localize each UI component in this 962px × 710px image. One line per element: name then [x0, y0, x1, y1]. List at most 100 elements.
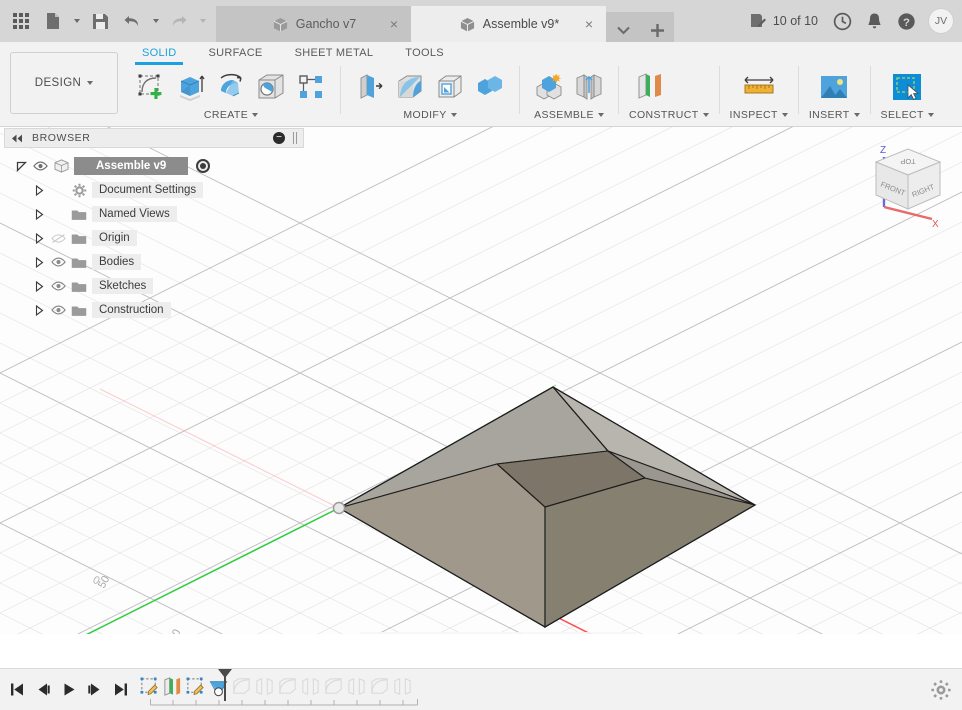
fillet-feature-icon[interactable] [368, 673, 391, 699]
expand-arrow-icon[interactable] [32, 231, 46, 245]
ribbon-group-label-create[interactable]: CREATE [204, 109, 259, 121]
display-settings-icon[interactable] [518, 633, 542, 634]
visibility-eye-icon[interactable] [50, 255, 66, 269]
tree-node-origin[interactable]: Origin [14, 226, 304, 250]
expand-arrow-icon[interactable] [32, 303, 46, 317]
joint-feature-icon[interactable] [299, 673, 322, 699]
joint-feature-icon[interactable] [345, 673, 368, 699]
new-file-caret-icon[interactable] [70, 6, 83, 36]
grid-snaps-icon[interactable] [557, 633, 581, 634]
tree-node-label[interactable]: Construction [92, 302, 171, 318]
fillet-feature-icon[interactable] [322, 673, 345, 699]
workspace-selector[interactable]: DESIGN [10, 52, 118, 114]
visibility-eye-icon[interactable] [50, 303, 66, 317]
rectangular-pattern-icon[interactable] [292, 66, 330, 108]
undo-icon[interactable] [117, 6, 147, 36]
sketch-feature-icon[interactable] [184, 673, 207, 699]
grid-snaps-caret-icon[interactable] [583, 633, 594, 634]
hole-icon[interactable] [252, 66, 290, 108]
document-tab-assemble[interactable]: Assemble v9* × [411, 6, 606, 42]
offset-plane-feature-icon[interactable] [161, 673, 184, 699]
visibility-eye-hidden-icon[interactable] [50, 231, 66, 245]
ribbon-group-label-construct[interactable]: CONSTRUCT [629, 109, 709, 121]
tree-node-label[interactable]: Named Views [92, 206, 177, 222]
view-cube[interactable]: Z X TOP FRONT RIGHT [860, 135, 956, 231]
ribbon-group-label-modify[interactable]: MODIFY [403, 109, 457, 121]
visibility-eye-icon[interactable] [32, 159, 48, 173]
fillet-icon[interactable] [391, 66, 429, 108]
pan-hand-icon[interactable] [428, 633, 451, 634]
undo-caret-icon[interactable] [149, 6, 162, 36]
ribbon-group-label-insert[interactable]: INSERT [809, 109, 860, 121]
pan-box-icon[interactable] [403, 633, 426, 634]
expand-arrow-icon[interactable] [32, 279, 46, 293]
step-forward-icon[interactable] [84, 677, 106, 701]
viewports-caret-icon[interactable] [621, 633, 632, 634]
redo-caret-icon[interactable] [196, 6, 209, 36]
ribbon-group-label-assemble[interactable]: ASSEMBLE [534, 109, 604, 121]
help-icon[interactable]: ? [890, 5, 922, 37]
job-status-button[interactable]: 10 of 10 [749, 12, 818, 30]
tree-node-assemble[interactable]: Assemble v9 [14, 154, 304, 178]
tree-node-construction[interactable]: Construction [14, 298, 304, 322]
tree-node-named-views[interactable]: Named Views [14, 202, 304, 226]
skip-end-icon[interactable] [110, 677, 132, 701]
ribbon-tab-solid[interactable]: SOLID [126, 42, 193, 64]
select-window-icon[interactable] [886, 66, 928, 108]
ribbon-group-label-select[interactable]: SELECT [881, 109, 934, 121]
tree-node-label[interactable]: Bodies [92, 254, 142, 270]
avatar[interactable]: JV [928, 8, 954, 34]
orbit-icon[interactable] [364, 633, 388, 634]
viewport-canvas[interactable]: 0 50 0 Z X TOP FRONT RIGHT BROWSER − Ass… [0, 127, 962, 634]
fillet-feature-icon[interactable] [276, 673, 299, 699]
clock-icon[interactable] [826, 5, 858, 37]
visibility-eye-icon[interactable] [50, 279, 66, 293]
orbit-caret-icon[interactable] [390, 633, 401, 634]
zoom-icon[interactable] [453, 633, 476, 634]
save-icon[interactable] [85, 6, 115, 36]
timeline-playhead[interactable] [218, 669, 232, 701]
offset-plane-icon[interactable] [630, 66, 668, 108]
new-file-icon[interactable] [38, 6, 68, 36]
tree-node-label[interactable]: Origin [92, 230, 137, 246]
display-settings-caret-icon[interactable] [544, 633, 555, 634]
extrude-icon[interactable] [172, 66, 210, 108]
step-back-icon[interactable] [32, 677, 54, 701]
zoom-window-caret-icon[interactable] [505, 633, 516, 634]
insert-image-icon[interactable] [813, 66, 855, 108]
tree-node-sketches[interactable]: Sketches [14, 274, 304, 298]
gear-icon[interactable] [930, 679, 952, 701]
revolve-icon[interactable] [212, 66, 250, 108]
close-icon[interactable]: × [387, 17, 401, 31]
play-icon[interactable] [58, 677, 80, 701]
activate-component-radio[interactable] [196, 159, 211, 173]
ribbon-tab-sheet-metal[interactable]: SHEET METAL [279, 42, 390, 64]
viewports-icon[interactable] [596, 633, 619, 634]
expand-arrow-icon[interactable] [14, 159, 28, 173]
tree-node-document-settings[interactable]: Document Settings [14, 178, 304, 202]
tree-node-label[interactable]: Assemble v9 [74, 157, 189, 175]
ribbon-group-label-inspect[interactable]: INSPECT [730, 109, 788, 121]
measure-icon[interactable] [738, 66, 780, 108]
create-sketch-icon[interactable] [132, 66, 170, 108]
minus-circle-icon[interactable]: − [273, 132, 285, 144]
ribbon-tab-tools[interactable]: TOOLS [389, 42, 460, 64]
combine-icon[interactable] [471, 66, 509, 108]
expand-arrow-icon[interactable] [32, 255, 46, 269]
press-pull-icon[interactable] [351, 66, 389, 108]
zoom-window-icon[interactable] [478, 633, 503, 634]
sketch-feature-icon[interactable] [138, 673, 161, 699]
ribbon-tab-surface[interactable]: SURFACE [193, 42, 279, 64]
shell-icon[interactable] [431, 66, 469, 108]
tree-node-label[interactable]: Document Settings [92, 182, 204, 198]
skip-start-icon[interactable] [6, 677, 28, 701]
resize-grip-icon[interactable] [293, 132, 297, 144]
app-grid-icon[interactable] [6, 6, 36, 36]
document-tab-gancho[interactable]: Gancho v7 × [216, 6, 411, 42]
redo-icon[interactable] [164, 6, 194, 36]
joint-icon[interactable] [570, 66, 608, 108]
fillet-feature-icon[interactable] [230, 673, 253, 699]
plane-at-angle-icon[interactable] [670, 66, 708, 108]
tree-node-bodies[interactable]: Bodies [14, 250, 304, 274]
tree-node-label[interactable]: Sketches [92, 278, 154, 294]
